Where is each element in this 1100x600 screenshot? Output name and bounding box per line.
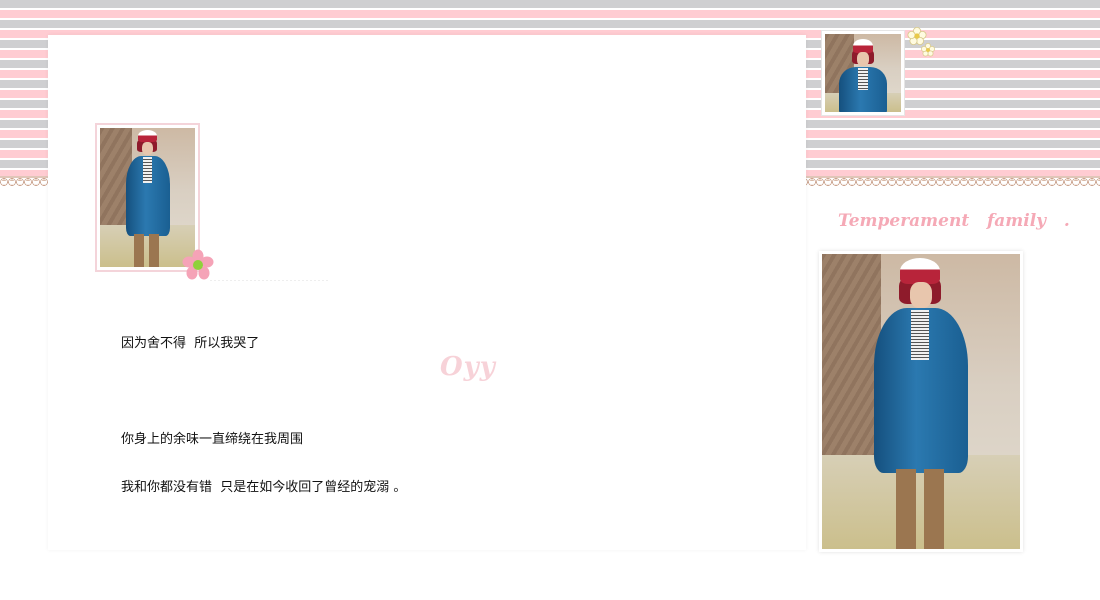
featured-photo (819, 251, 1023, 552)
polaroid-person (120, 130, 176, 267)
post-line-gap (121, 384, 406, 400)
featured-pants-right (924, 469, 944, 549)
post-text: 因为舍不得 所以我哭了 你身上的余味一直缔绕在我周围 我和你都没有错 只是在如今… (121, 304, 406, 512)
featured-shirt (911, 310, 929, 360)
sidebar-title: Temperament family . (838, 211, 1070, 231)
polaroid-pants-right (148, 234, 159, 267)
small-daisy-icon (907, 27, 935, 57)
polaroid-hat (137, 130, 157, 142)
pink-flower-icon (182, 249, 214, 280)
featured-hat (900, 258, 940, 284)
header-photo (821, 30, 905, 116)
signature-watermark: Oyy (440, 352, 496, 382)
featured-photo-image (822, 254, 1020, 549)
post-line-2: 你身上的余味一直缔绕在我周围 (121, 432, 304, 447)
post-line-1: 因为舍不得 所以我哭了 (121, 336, 260, 351)
polaroid-pants-left (133, 234, 144, 267)
polaroid-photo-image (100, 128, 195, 267)
featured-face (910, 282, 932, 308)
polaroid-shirt (142, 157, 152, 183)
polaroid-face (141, 142, 153, 155)
decorative-dotted-line (210, 280, 330, 281)
photo-hat (853, 39, 873, 53)
photo-person (833, 38, 893, 112)
header-photo-image (825, 34, 901, 112)
post-line-3: 我和你都没有错 只是在如今收回了曾经的宠溺 。 (121, 480, 407, 495)
photo-shirt (858, 68, 868, 90)
photo-face (857, 52, 869, 66)
featured-pants-left (896, 469, 916, 549)
featured-person (866, 256, 976, 549)
